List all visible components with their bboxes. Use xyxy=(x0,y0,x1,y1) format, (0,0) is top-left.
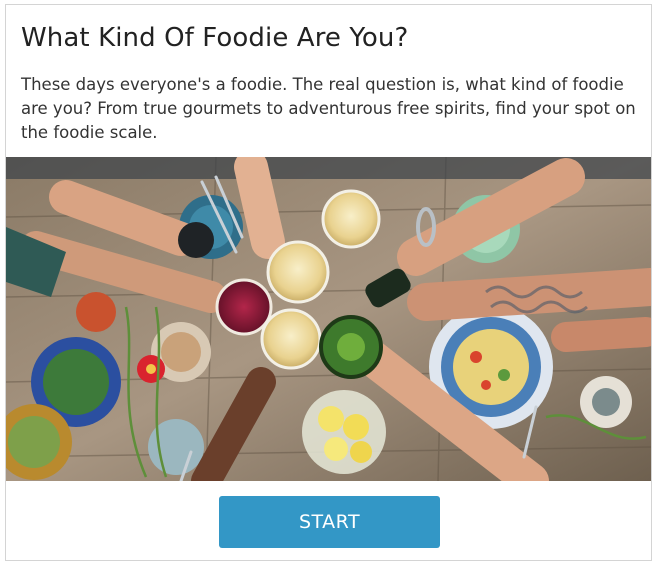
quiz-cover-image xyxy=(6,157,651,481)
quiz-title: What Kind Of Foodie Are You? xyxy=(21,23,409,53)
quiz-card: What Kind Of Foodie Are You? These days … xyxy=(5,4,652,561)
quiz-description: These days everyone's a foodie. The real… xyxy=(21,75,636,142)
start-button[interactable]: START xyxy=(219,496,440,548)
